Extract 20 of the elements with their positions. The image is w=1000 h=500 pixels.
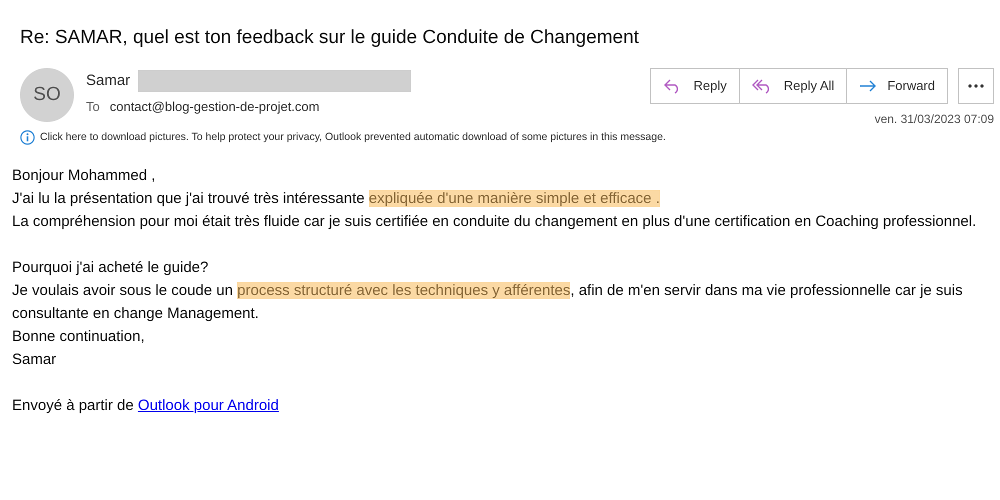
message-paragraph: Bonne continuation,: [12, 326, 146, 347]
download-pictures-notice[interactable]: Click here to download pictures. To help protect your privacy, Outlook prevented automatic download of some pictures in this message.: [40, 130, 666, 146]
message-paragraph: Pourquoi j'ai acheté le guide?: [12, 258, 210, 278]
message-paragraph: Bonjour Mohammed ,: [12, 166, 156, 186]
more-options-button[interactable]: [958, 68, 994, 104]
info-icon: [20, 130, 35, 146]
sent-date: ven. 31/03/2023 07:09: [874, 111, 994, 128]
message-paragraph: La compréhension pour moi était très fluide car je suis certifiée en conduite du changement en plus d'une certification en Coaching professionnel.: [12, 212, 978, 232]
sender-name: Samar: [86, 71, 130, 91]
recipient-address: contact@blog-gestion-de-projet.com: [110, 98, 320, 116]
email-subject: Re: SAMAR, quel est ton feedback sur le guide Conduite de Changement: [20, 26, 640, 50]
sender-avatar: SO: [20, 68, 74, 122]
message-paragraph: Je voulais avoir sous le coude un process structuré avec les techniques y afférentes, afin de m'en servir dans ma vie professionnelle car je suis consultante en change Management.: [12, 280, 964, 324]
more-icon: [968, 84, 984, 88]
message-paragraph: Samar: [12, 350, 58, 370]
to-label: To: [86, 98, 100, 116]
outlook-link[interactable]: Outlook pour Android: [138, 396, 279, 414]
forward-arrow-icon: [859, 80, 878, 92]
message-paragraph: J'ai lu la présentation que j'ai trouvé très intéressante expliquée d'une manière simple et efficace .: [12, 188, 661, 209]
message-paragraph: Envoyé à partir de Outlook pour Android: [12, 396, 280, 416]
